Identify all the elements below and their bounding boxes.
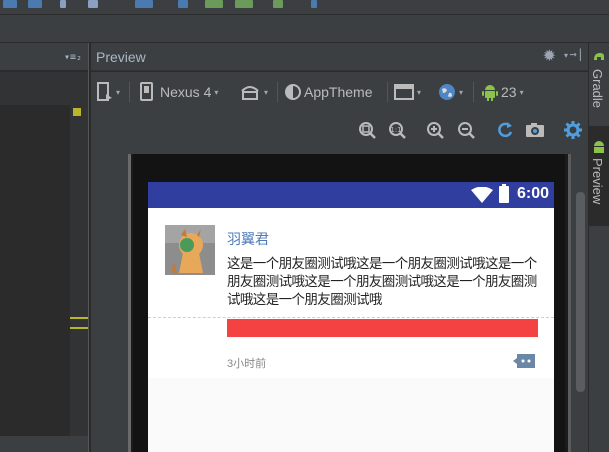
screenshot-button[interactable] [525, 120, 545, 140]
zoom-in-button[interactable] [425, 120, 445, 140]
android-icon [482, 85, 498, 101]
chevron-down-icon[interactable]: ▾ [564, 51, 568, 60]
post-time: 3小时前 [227, 358, 267, 370]
api-level-label: 23 [501, 84, 517, 100]
editor-gutter [70, 105, 88, 452]
zoom-out-icon [458, 122, 475, 139]
sdk-manager-icon[interactable] [205, 0, 223, 8]
separator [473, 82, 474, 102]
separator [387, 82, 388, 102]
phone-icon [140, 82, 153, 101]
warning-marker[interactable] [70, 327, 88, 329]
hide-panel-icon[interactable]: →| [570, 47, 584, 61]
refresh-icon [498, 122, 513, 138]
comment-icon[interactable] [513, 353, 536, 369]
refresh-button[interactable] [495, 120, 515, 140]
status-bar: 6:00 [148, 182, 554, 208]
device-label: Nexus 4 [160, 84, 212, 100]
chevron-down-icon: ▾ [264, 87, 269, 97]
warning-marker[interactable] [73, 108, 81, 116]
chevron-down-icon: ▾ [417, 87, 422, 97]
dashed-guide [148, 317, 554, 318]
warning-marker[interactable] [70, 317, 88, 319]
chevron-down-icon: ▾ [519, 87, 524, 97]
image-placeholder [227, 319, 538, 337]
wifi-icon [471, 187, 493, 203]
preview-title: Preview [96, 49, 146, 65]
avd-manager-icon[interactable] [235, 0, 253, 8]
android-monitor-icon[interactable] [273, 0, 283, 8]
zoom-fit-icon [359, 122, 376, 139]
preview-panel-header: Preview ✹ ▾ →| [91, 43, 588, 71]
globe-icon [439, 84, 455, 100]
activity-selector[interactable]: ▾ [394, 81, 421, 103]
zoom-fit-button[interactable] [357, 120, 377, 140]
code-editor[interactable] [0, 105, 70, 452]
tab-strip [0, 15, 609, 43]
avatar-image [165, 225, 215, 275]
zoom-actual-icon: 1:1 [389, 122, 406, 139]
preview-settings-button[interactable] [563, 120, 583, 140]
editor-subheader [0, 72, 88, 105]
gear-icon [564, 121, 582, 139]
device-selector[interactable]: Nexus 4 ▾ [139, 81, 218, 103]
structure-icon[interactable] [135, 0, 153, 8]
activity-icon [394, 84, 414, 100]
post-text: 这是一个朋友圈测试哦这是一个朋友圈测试哦这是一个朋友圈测试哦这是一个朋友圈测试哦… [227, 256, 537, 308]
gear-icon[interactable]: ✹ [543, 46, 556, 65]
zoom-in-icon [427, 122, 444, 139]
gradle-tab[interactable]: Gradle [588, 43, 609, 118]
sync-icon[interactable] [28, 0, 42, 8]
username[interactable]: 羽翼君 [227, 229, 269, 249]
horizontal-scrollbar[interactable] [0, 436, 88, 452]
preview-toolbar: ▾ Nexus 4 ▾ ▾ AppTheme ▾ ▾ 23 ▾ 1:1 [91, 72, 588, 154]
editor-header: ▾≡₂ [0, 43, 88, 71]
status-time: 6:00 [516, 185, 549, 202]
help-icon[interactable] [311, 0, 317, 8]
arrow-icon[interactable] [60, 0, 66, 8]
gradle-tab-label: Gradle [590, 69, 605, 109]
api-level-selector[interactable]: 23 ▾ [482, 81, 524, 103]
separator [277, 82, 278, 102]
preview-tab[interactable]: Preview [588, 126, 609, 226]
moment-card[interactable]: 羽翼君 这是一个朋友圈测试哦这是一个朋友圈测试哦这是一个朋友圈测试哦这是一个朋友… [148, 208, 554, 378]
main-toolbar [0, 0, 609, 14]
gradle-icon [594, 53, 604, 60]
orientation-selector[interactable]: ▾ [239, 81, 268, 103]
separator [129, 82, 130, 102]
android-icon [594, 141, 604, 153]
phone-screen: 6:00 羽翼君 这是一个朋友圈测试哦这是一个朋友圈测试哦这是一个朋友圈测试哦这… [148, 182, 554, 452]
scrollbar-thumb[interactable] [576, 192, 585, 392]
svg-text:1:1: 1:1 [390, 126, 401, 134]
chevron-down-icon: ▾ [116, 87, 121, 97]
avatar[interactable] [165, 225, 215, 275]
theme-selector[interactable]: AppTheme [285, 81, 372, 103]
camera-icon [526, 123, 544, 137]
preview-tab-label: Preview [590, 158, 605, 205]
layout-icon [97, 82, 112, 101]
rotate-icon [241, 86, 259, 100]
chevron-down-icon: ▾ [214, 87, 219, 97]
save-icon[interactable] [3, 0, 17, 8]
battery-icon [499, 186, 509, 203]
tab-list-icon[interactable]: ▾≡₂ [64, 52, 82, 63]
chevron-down-icon: ▾ [459, 87, 464, 97]
theme-icon [285, 84, 301, 100]
download-icon[interactable] [178, 0, 188, 8]
zoom-actual-button[interactable]: 1:1 [387, 120, 407, 140]
zoom-out-button[interactable] [456, 120, 476, 140]
design-mode-button[interactable]: ▾ [97, 81, 120, 103]
undo-icon[interactable] [88, 0, 98, 8]
locale-selector[interactable]: ▾ [438, 81, 463, 103]
theme-label: AppTheme [304, 84, 373, 100]
